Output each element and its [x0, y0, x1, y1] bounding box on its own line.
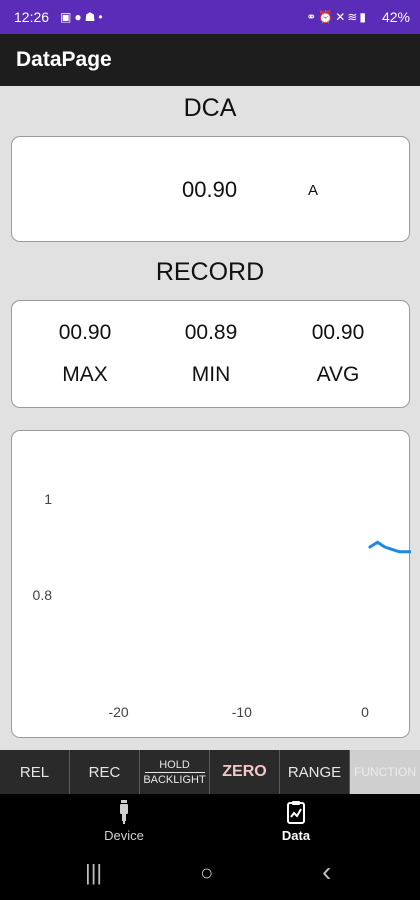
rec-button[interactable]: REC	[70, 750, 140, 794]
hold-divider	[144, 771, 205, 773]
content-area: DCA 00.90 A RECORD 00.90 MAX 00.89 MIN 0…	[0, 86, 420, 750]
function-button[interactable]: FUNCTION	[350, 750, 420, 794]
hold-backlight-button[interactable]: HOLD BACKLIGHT	[140, 750, 210, 794]
nav-device[interactable]: Device	[74, 800, 174, 843]
reading-card: 00.90 A	[11, 136, 410, 242]
system-nav: ||| ○ ‹	[0, 850, 420, 900]
app-bar: DataPage	[0, 34, 420, 86]
image-icon: ▣	[60, 10, 75, 24]
home-icon[interactable]: ○	[200, 860, 213, 886]
probe-icon	[120, 800, 128, 824]
clipboard-chart-icon	[287, 801, 305, 824]
reading-value: 00.90	[182, 177, 238, 202]
chart-card: -20 -10 0 1 0.8	[11, 430, 411, 738]
back-icon[interactable]: ‹	[322, 856, 331, 888]
notification-icons: ▣●☗•	[60, 10, 106, 24]
nav-device-label: Device	[104, 828, 144, 843]
x-tick-label: -20	[108, 704, 128, 720]
system-status-icons: ⚭⏰✕≋▮	[306, 10, 368, 24]
alarm-icon: ⏰	[318, 10, 336, 24]
record-max: 00.90 MAX	[25, 321, 145, 387]
x-tick-label: 0	[361, 704, 369, 720]
trend-chart: -20 -10 0 1 0.8	[33, 491, 411, 720]
wifi-icon: ≋	[347, 10, 360, 24]
page-title: DataPage	[16, 48, 112, 71]
hold-label: HOLD	[159, 758, 190, 771]
y-tick-label: 0.8	[33, 587, 53, 603]
function-bar: REL REC HOLD BACKLIGHT ZERO RANGE FUNCTI…	[0, 750, 420, 794]
mode-title: DCA	[183, 94, 237, 122]
recents-icon[interactable]: |||	[85, 860, 102, 886]
signal-icon: ▮	[359, 10, 368, 24]
rel-button[interactable]: REL	[0, 750, 70, 794]
range-button[interactable]: RANGE	[280, 750, 350, 794]
status-time: 12:26	[14, 9, 50, 25]
record-card: 00.90 MAX 00.89 MIN 00.90 AVG	[11, 300, 410, 408]
bottom-nav: Device Data	[0, 794, 420, 850]
record-min-label: MIN	[191, 363, 231, 386]
mute-icon: ✕	[335, 10, 348, 24]
record-avg-value: 00.90	[311, 321, 365, 344]
record-max-label: MAX	[62, 363, 108, 386]
link-icon: ⚭	[306, 10, 319, 24]
backlight-label: BACKLIGHT	[143, 773, 206, 786]
record-min-value: 00.89	[184, 321, 238, 344]
record-avg: 00.90 AVG	[278, 321, 398, 387]
nav-data[interactable]: Data	[246, 800, 346, 843]
record-max-value: 00.90	[58, 321, 112, 344]
facebook-icon: ●	[74, 10, 85, 24]
status-bar: 12:26 ▣●☗• ⚭⏰✕≋▮ 42%	[0, 0, 420, 34]
series-line	[368, 540, 411, 554]
x-tick-label: -10	[232, 704, 252, 720]
battery-level: 42%	[381, 9, 410, 25]
record-min: 00.89 MIN	[151, 321, 271, 387]
dot-icon: •	[98, 10, 106, 24]
nav-data-label: Data	[281, 828, 311, 843]
y-tick-label: 1	[44, 491, 52, 507]
snapchat-icon: ☗	[84, 10, 99, 24]
reading-unit: A	[308, 182, 319, 199]
zero-button[interactable]: ZERO	[210, 750, 280, 794]
record-avg-label: AVG	[316, 363, 360, 386]
record-title: RECORD	[155, 258, 265, 286]
